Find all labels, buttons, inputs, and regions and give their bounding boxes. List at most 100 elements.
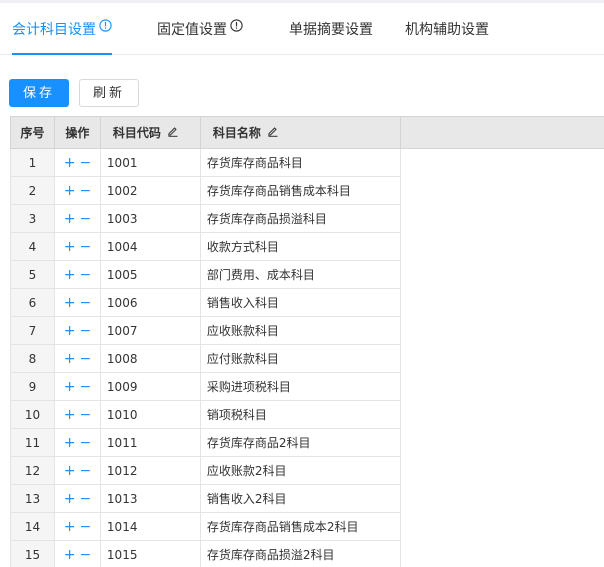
row-subject-name[interactable]: 应收账款2科目 bbox=[199, 456, 401, 485]
add-row-button[interactable]: + bbox=[64, 520, 76, 534]
row-subject-name[interactable]: 存货库存商品科目 bbox=[199, 148, 401, 177]
add-row-button[interactable]: + bbox=[64, 296, 76, 310]
table-header-row: 序号 操作 科目代码 科目名称 bbox=[10, 116, 604, 149]
tab-fixed-value-settings[interactable]: 固定值设置 bbox=[157, 3, 243, 54]
add-row-button[interactable]: + bbox=[64, 212, 76, 226]
table-row: 13 + −1013 销售收入2科目 bbox=[10, 484, 604, 513]
refresh-button[interactable]: 刷新 bbox=[79, 79, 139, 107]
row-subject-name[interactable]: 应付账款科目 bbox=[199, 344, 401, 373]
column-header-seq: 序号 bbox=[10, 116, 55, 149]
row-subject-code[interactable]: 1002 bbox=[99, 176, 201, 205]
row-subject-code[interactable]: 1013 bbox=[99, 484, 201, 513]
row-subject-code[interactable]: 1004 bbox=[99, 232, 201, 261]
delete-row-button[interactable]: − bbox=[79, 212, 91, 226]
add-row-button[interactable]: + bbox=[64, 324, 76, 338]
row-subject-name[interactable]: 应收账款科目 bbox=[199, 316, 401, 345]
row-seq: 12 bbox=[10, 456, 55, 485]
add-row-button[interactable]: + bbox=[64, 380, 76, 394]
add-row-button[interactable]: + bbox=[64, 352, 76, 366]
row-subject-code[interactable]: 1015 bbox=[99, 540, 201, 567]
row-subject-name[interactable]: 存货库存商品损溢科目 bbox=[199, 204, 401, 233]
tab-document-summary-settings[interactable]: 单据摘要设置 bbox=[289, 3, 373, 54]
row-operations: + − bbox=[53, 344, 101, 373]
row-subject-code[interactable]: 1008 bbox=[99, 344, 201, 373]
column-header-name: 科目名称 bbox=[199, 116, 401, 149]
row-subject-code[interactable]: 1005 bbox=[99, 260, 201, 289]
delete-row-button[interactable]: − bbox=[79, 240, 91, 254]
delete-row-button[interactable]: − bbox=[79, 156, 91, 170]
add-row-button[interactable]: + bbox=[64, 240, 76, 254]
add-row-button[interactable]: + bbox=[64, 492, 76, 506]
row-subject-name[interactable]: 部门费用、成本科目 bbox=[199, 260, 401, 289]
delete-row-button[interactable]: − bbox=[79, 408, 91, 422]
delete-row-button[interactable]: − bbox=[79, 464, 91, 478]
row-subject-code[interactable]: 1007 bbox=[99, 316, 201, 345]
row-filler bbox=[400, 232, 604, 261]
row-operations: + − bbox=[53, 400, 101, 429]
add-row-button[interactable]: + bbox=[64, 184, 76, 198]
row-seq: 1 bbox=[10, 148, 55, 177]
add-row-button[interactable]: + bbox=[64, 548, 76, 562]
tab-bar: 会计科目设置 固定值设置 单据摘要设置 机构辅助设置 bbox=[0, 3, 604, 55]
delete-row-button[interactable]: − bbox=[79, 352, 91, 366]
info-circle-icon bbox=[99, 1, 112, 56]
delete-row-button[interactable]: − bbox=[79, 520, 91, 534]
pencil-icon[interactable] bbox=[267, 125, 279, 140]
row-seq: 5 bbox=[10, 260, 55, 289]
row-subject-name[interactable]: 销售收入2科目 bbox=[199, 484, 401, 513]
table-row: 6 + −1006 销售收入科目 bbox=[10, 288, 604, 317]
add-row-button[interactable]: + bbox=[64, 464, 76, 478]
row-subject-name[interactable]: 收款方式科目 bbox=[199, 232, 401, 261]
tab-label: 单据摘要设置 bbox=[289, 22, 373, 38]
delete-row-button[interactable]: − bbox=[79, 184, 91, 198]
tab-account-subject-settings[interactable]: 会计科目设置 bbox=[12, 1, 112, 56]
delete-row-button[interactable]: − bbox=[79, 492, 91, 506]
tab-org-auxiliary-settings[interactable]: 机构辅助设置 bbox=[405, 3, 489, 54]
row-subject-name[interactable]: 存货库存商品销售成本科目 bbox=[199, 176, 401, 205]
row-subject-name[interactable]: 采购进项税科目 bbox=[199, 372, 401, 401]
row-operations: + − bbox=[53, 316, 101, 345]
row-subject-code[interactable]: 1006 bbox=[99, 288, 201, 317]
delete-row-button[interactable]: − bbox=[79, 296, 91, 310]
table-row: 9 + −1009 采购进项税科目 bbox=[10, 372, 604, 401]
pencil-icon[interactable] bbox=[167, 125, 179, 140]
row-subject-code[interactable]: 1001 bbox=[99, 148, 201, 177]
row-subject-name[interactable]: 存货库存商品销售成本2科目 bbox=[199, 512, 401, 541]
row-subject-name[interactable]: 存货库存商品2科目 bbox=[199, 428, 401, 457]
row-seq: 13 bbox=[10, 484, 55, 513]
table-body: 1 + −1001 存货库存商品科目 2 + −1002 存货库存商品销售成本科目 3 + −100… bbox=[10, 148, 604, 567]
column-header-filler bbox=[399, 116, 604, 149]
row-subject-code[interactable]: 1012 bbox=[99, 456, 201, 485]
row-filler bbox=[400, 148, 604, 177]
row-operations: + − bbox=[53, 176, 101, 205]
delete-row-button[interactable]: − bbox=[79, 268, 91, 282]
delete-row-button[interactable]: − bbox=[79, 548, 91, 562]
delete-row-button[interactable]: − bbox=[79, 380, 91, 394]
row-operations: + − bbox=[53, 540, 101, 567]
add-row-button[interactable]: + bbox=[64, 268, 76, 282]
row-seq: 7 bbox=[10, 316, 55, 345]
row-subject-code[interactable]: 1003 bbox=[99, 204, 201, 233]
delete-row-button[interactable]: − bbox=[79, 436, 91, 450]
row-subject-name[interactable]: 存货库存商品损溢2科目 bbox=[199, 540, 401, 567]
row-filler bbox=[400, 456, 604, 485]
save-button[interactable]: 保存 bbox=[9, 79, 69, 107]
row-subject-name[interactable]: 销项税科目 bbox=[199, 400, 401, 429]
column-header-code: 科目代码 bbox=[99, 116, 201, 149]
delete-row-button[interactable]: − bbox=[79, 324, 91, 338]
row-subject-code[interactable]: 1011 bbox=[99, 428, 201, 457]
add-row-button[interactable]: + bbox=[64, 408, 76, 422]
add-row-button[interactable]: + bbox=[64, 156, 76, 170]
add-row-button[interactable]: + bbox=[64, 436, 76, 450]
row-operations: + − bbox=[53, 148, 101, 177]
row-subject-code[interactable]: 1009 bbox=[99, 372, 201, 401]
row-subject-name[interactable]: 销售收入科目 bbox=[199, 288, 401, 317]
row-filler bbox=[400, 288, 604, 317]
subject-table-container: 序号 操作 科目代码 科目名称 1 + −1001 存货库存商品科目 2 + −1002 存货… bbox=[10, 116, 604, 567]
row-subject-code[interactable]: 1010 bbox=[99, 400, 201, 429]
row-operations: + − bbox=[53, 428, 101, 457]
table-row: 2 + −1002 存货库存商品销售成本科目 bbox=[10, 176, 604, 205]
row-subject-code[interactable]: 1014 bbox=[99, 512, 201, 541]
tab-label: 机构辅助设置 bbox=[405, 22, 489, 38]
row-filler bbox=[400, 344, 604, 373]
